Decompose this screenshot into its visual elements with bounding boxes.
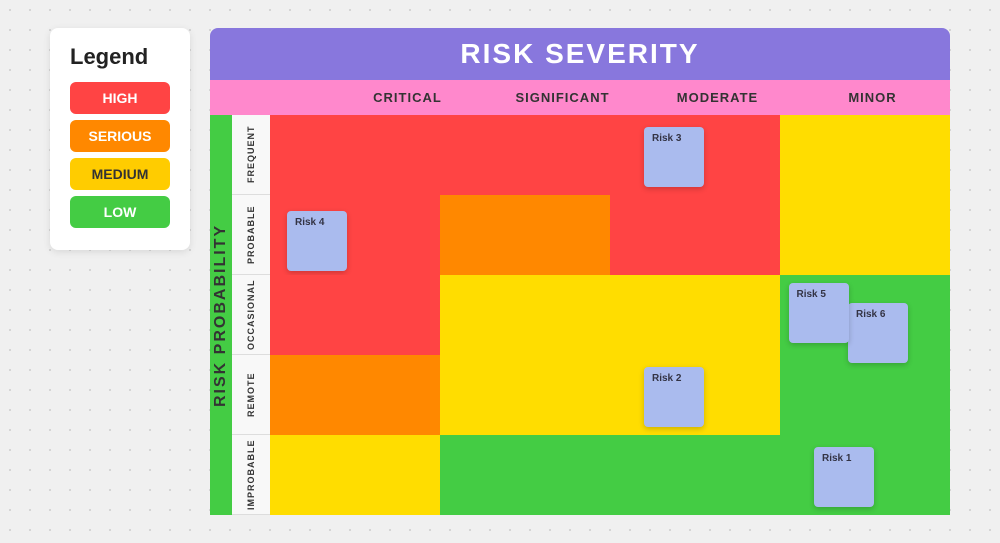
cell-remote-critical [270,355,440,435]
cell-frequent-moderate: Risk 3 [610,115,780,195]
cell-occasional-minor: Risk 5 Risk 6 [780,275,950,355]
header-spacer [210,86,270,109]
cell-frequent-minor [780,115,950,195]
column-headers: CRITICAL SIGNIFICANT MODERATE MINOR [210,80,950,115]
cell-occasional-critical [270,275,440,355]
row-label-occasional: OCCASIONAL [232,275,270,355]
legend-serious: SERIOUS [70,120,170,152]
cell-occasional-significant [440,275,610,355]
main-container: Legend HIGH SERIOUS MEDIUM LOW RISK SEVE… [30,8,970,535]
row-label-probable: PROBABLE [232,195,270,275]
row-label-frequent: FREQUENT [232,115,270,195]
row-improbable: Risk 1 [270,435,950,515]
cell-occasional-moderate [610,275,780,355]
cell-probable-moderate [610,195,780,275]
col-header-minor: MINOR [795,86,950,109]
cell-improbable-critical [270,435,440,515]
legend-title: Legend [70,44,170,70]
risk-card-3[interactable]: Risk 3 [644,127,704,187]
matrix-title: RISK SEVERITY [230,38,930,70]
cell-remote-moderate: Risk 2 [610,355,780,435]
risk-card-1[interactable]: Risk 1 [814,447,874,507]
cell-improbable-significant [440,435,610,515]
cell-probable-significant [440,195,610,275]
row-label-improbable: IMPROBABLE [232,435,270,515]
legend-high: HIGH [70,82,170,114]
cell-improbable-minor: Risk 1 [780,435,950,515]
col-header-critical: CRITICAL [330,86,485,109]
cell-improbable-moderate [610,435,780,515]
row-label-remote: REMOTE [232,355,270,435]
cell-probable-critical: Risk 4 [270,195,440,275]
y-axis-label: RISK PROBABILITY [210,115,232,515]
title-bar: RISK SEVERITY [210,28,950,80]
cell-remote-significant [440,355,610,435]
row-frequent: Risk 3 [270,115,950,195]
col-header-significant: SIGNIFICANT [485,86,640,109]
legend-medium: MEDIUM [70,158,170,190]
grid-area: RISK PROBABILITY FREQUENT PROBABLE OCCAS… [210,115,950,515]
cell-frequent-significant [440,115,610,195]
row-probable: Risk 4 [270,195,950,275]
cell-frequent-critical [270,115,440,195]
risk-card-5[interactable]: Risk 5 [789,283,849,343]
col-header-moderate: MODERATE [640,86,795,109]
row-remote: Risk 2 [270,355,950,435]
legend-low: LOW [70,196,170,228]
cell-remote-minor [780,355,950,435]
grid-rows: Risk 3 Risk 4 [270,115,950,515]
header-spacer2 [270,86,330,109]
risk-card-4[interactable]: Risk 4 [287,211,347,271]
risk-matrix: RISK SEVERITY CRITICAL SIGNIFICANT MODER… [210,28,950,515]
row-occasional: Risk 5 Risk 6 [270,275,950,355]
cell-probable-minor [780,195,950,275]
legend-panel: Legend HIGH SERIOUS MEDIUM LOW [50,28,190,250]
risk-card-6[interactable]: Risk 6 [848,303,908,363]
risk-card-2[interactable]: Risk 2 [644,367,704,427]
row-labels: FREQUENT PROBABLE OCCASIONAL REMOTE IMPR… [232,115,270,515]
